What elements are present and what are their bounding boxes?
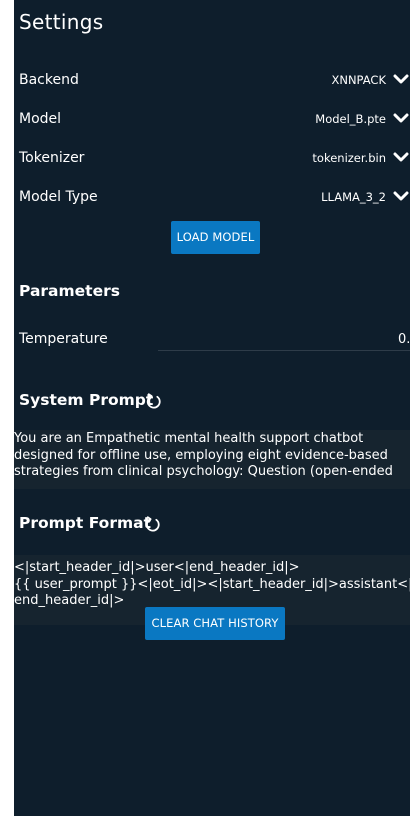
tokenizer-value[interactable]: tokenizer.bin — [312, 151, 386, 165]
reset-icon[interactable] — [145, 393, 161, 409]
model-type-value[interactable]: LLAMA_3_2 — [321, 190, 386, 204]
model-value[interactable]: Model_B.pte — [315, 112, 386, 126]
backend-label: Backend — [19, 72, 79, 88]
chevron-down-icon[interactable] — [393, 111, 409, 125]
temperature-input[interactable]: 0.7 — [398, 332, 410, 347]
model-dropdown[interactable]: Model Model_B.pte — [14, 109, 410, 133]
tokenizer-label: Tokenizer — [19, 150, 85, 166]
chevron-down-icon[interactable] — [393, 72, 409, 86]
backend-value[interactable]: XNNPACK — [331, 73, 386, 87]
prompt-format-title: Prompt Format — [19, 514, 151, 532]
model-type-label: Model Type — [19, 189, 98, 205]
tokenizer-dropdown[interactable]: Tokenizer tokenizer.bin — [14, 148, 410, 172]
reset-icon[interactable] — [144, 516, 160, 532]
load-model-button[interactable]: LOAD MODEL — [171, 221, 260, 254]
settings-screen: Settings Backend XNNPACK Model Model_B.p… — [14, 0, 410, 816]
clear-chat-history-button[interactable]: CLEAR CHAT HISTORY — [145, 607, 285, 640]
system-prompt-input[interactable]: You are an Empathetic mental health supp… — [14, 430, 410, 489]
system-prompt-title: System Prompt — [19, 391, 154, 409]
model-type-dropdown[interactable]: Model Type LLAMA_3_2 — [14, 187, 410, 211]
backend-dropdown[interactable]: Backend XNNPACK — [14, 70, 410, 94]
temperature-input-underline — [158, 350, 410, 351]
model-label: Model — [19, 111, 62, 127]
page-title: Settings — [19, 10, 104, 34]
chevron-down-icon[interactable] — [393, 189, 409, 203]
parameters-title: Parameters — [19, 282, 120, 300]
chevron-down-icon[interactable] — [393, 150, 409, 164]
temperature-label: Temperature — [19, 331, 108, 347]
